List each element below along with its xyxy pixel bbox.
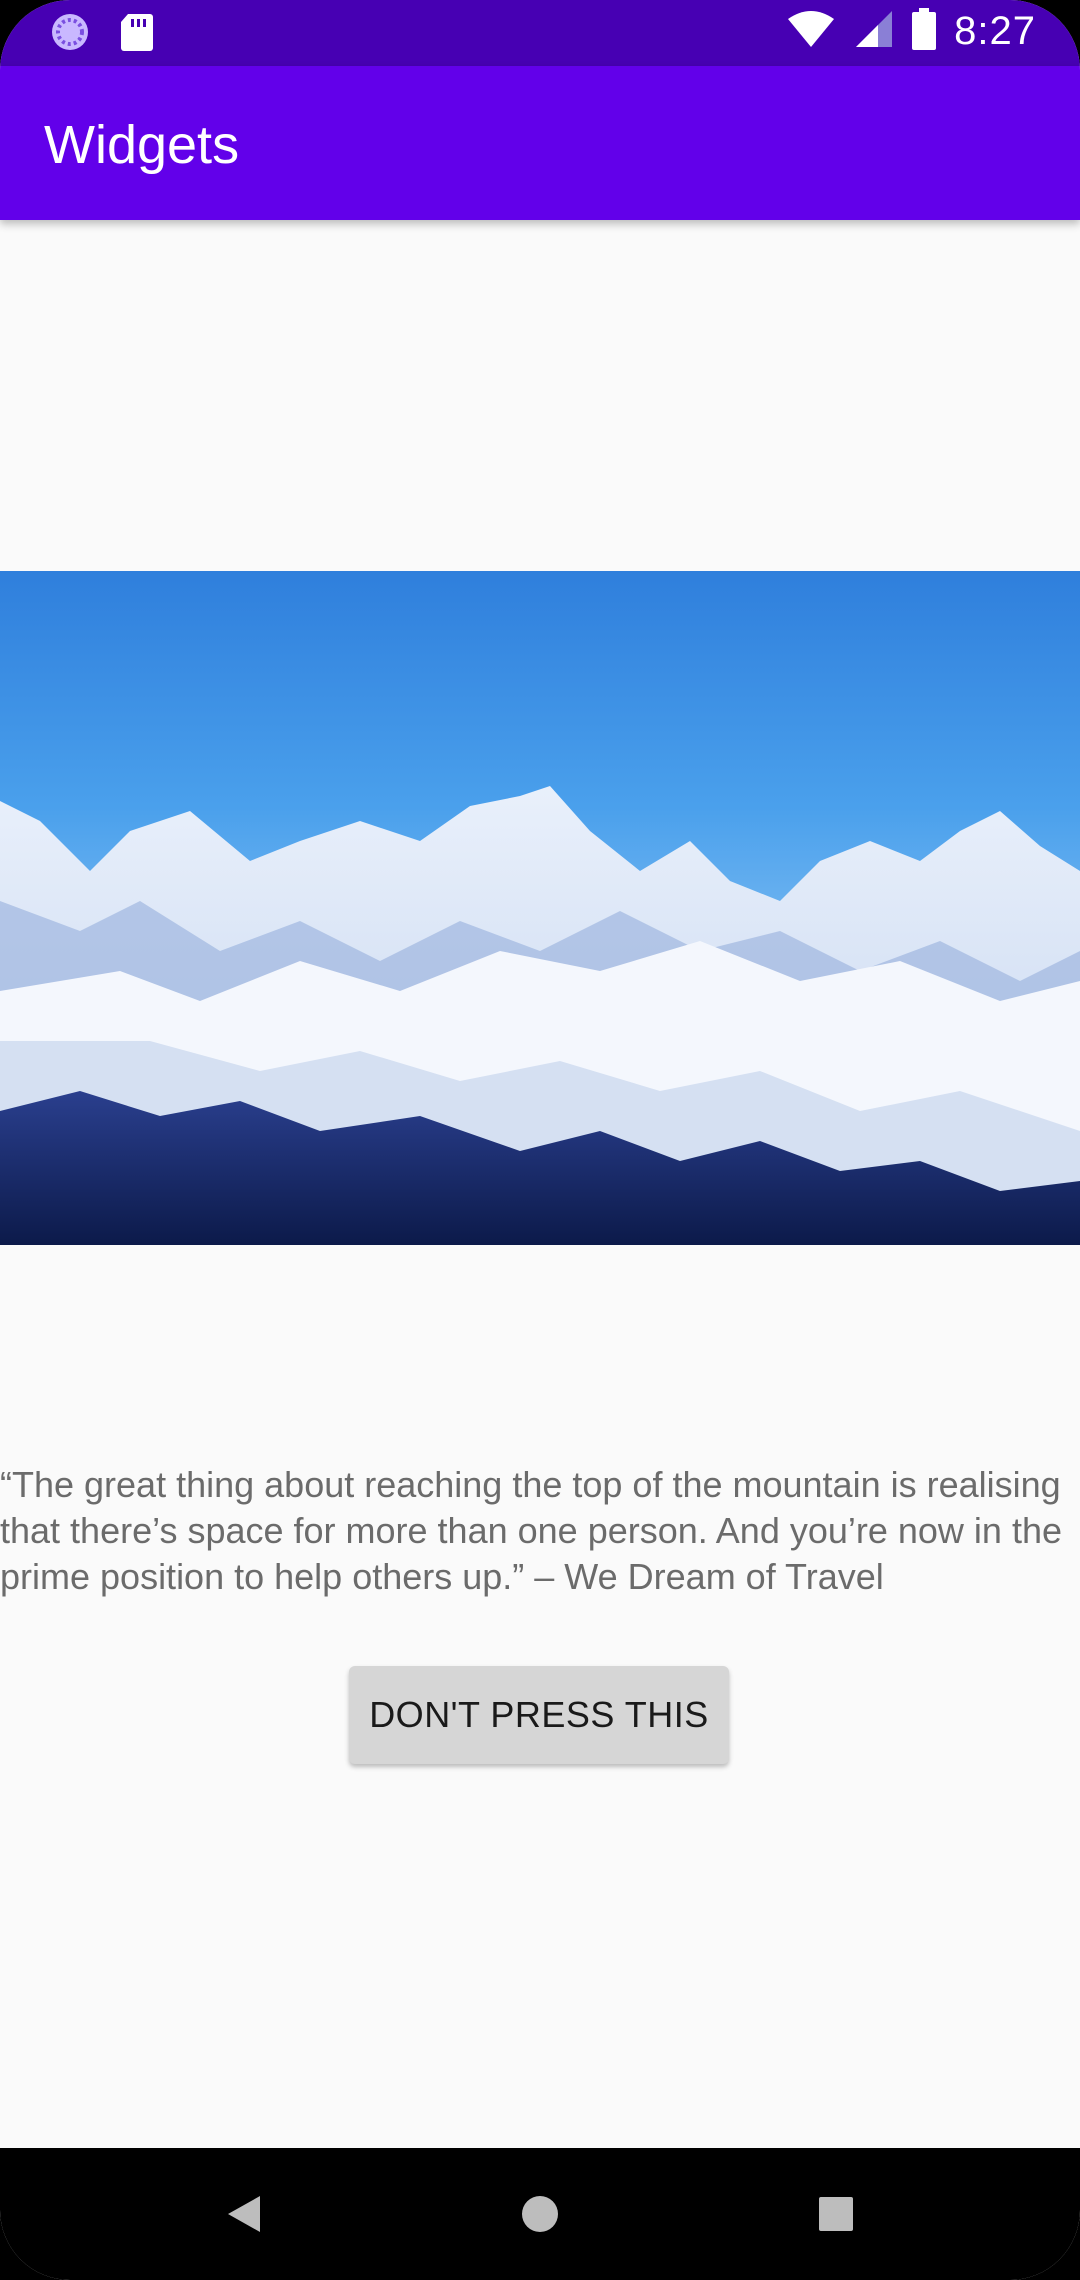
battery-icon xyxy=(912,8,937,55)
back-icon[interactable] xyxy=(214,2184,274,2244)
app-title: Widgets xyxy=(44,115,240,175)
mountain-image xyxy=(0,571,1080,1245)
status-bar: 8:27 xyxy=(0,0,1080,66)
home-icon[interactable] xyxy=(510,2184,570,2244)
app-bar: Widgets xyxy=(0,66,1080,220)
status-left-icons xyxy=(50,12,154,57)
navigation-bar xyxy=(0,2148,1080,2280)
dont-press-button[interactable]: DON'T PRESS THIS xyxy=(349,1666,729,1764)
status-right-icons: 8:27 xyxy=(786,8,1036,55)
recents-icon[interactable] xyxy=(806,2184,866,2244)
status-time: 8:27 xyxy=(954,9,1036,53)
loading-circle-icon xyxy=(50,12,90,57)
cell-signal-icon xyxy=(854,9,894,54)
wifi-icon xyxy=(786,9,836,54)
sd-card-icon xyxy=(120,12,154,57)
phone-screen: 8:27 Widgets “The great thing about reac… xyxy=(0,0,1080,2280)
quote-text: “The great thing about reaching the top … xyxy=(0,1464,1062,1597)
